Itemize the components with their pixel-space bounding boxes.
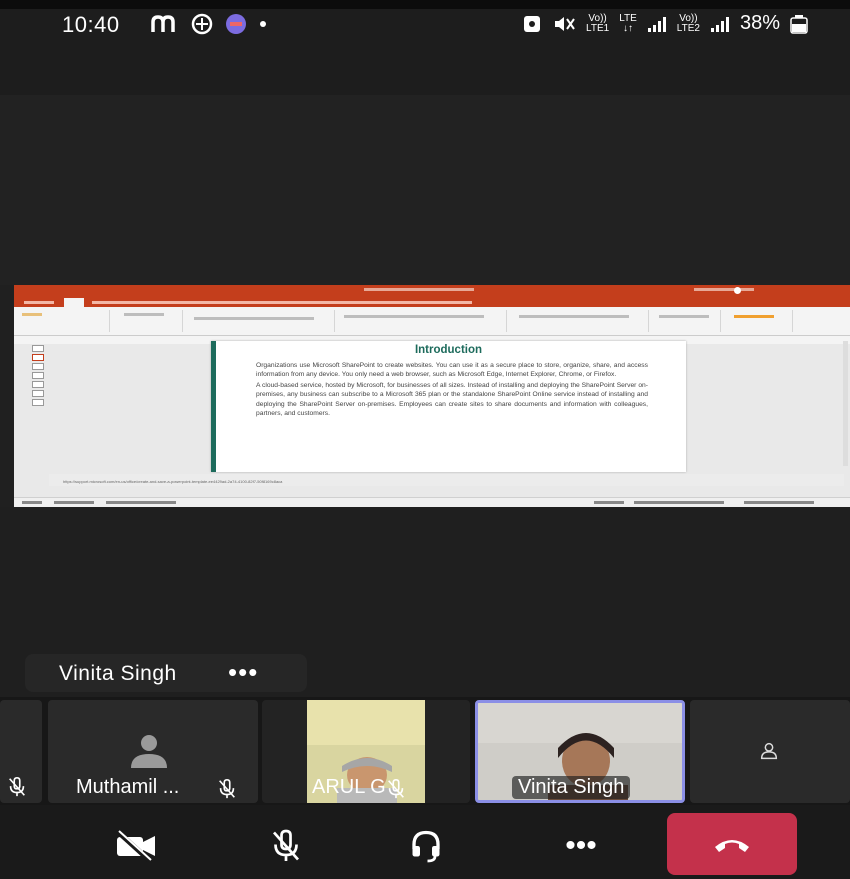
signal-1-icon <box>647 16 666 32</box>
ribbon-paste <box>22 313 42 316</box>
data-saver-icon <box>191 13 213 35</box>
status-block <box>106 501 176 504</box>
slide-thumb[interactable] <box>32 345 44 352</box>
slide-thumb-selected[interactable] <box>32 354 44 361</box>
mute-vibrate-icon <box>555 16 575 31</box>
ribbon-font <box>184 310 335 332</box>
notification-dot-icon <box>260 21 266 27</box>
stage-upper <box>0 95 850 285</box>
mic-off-icon <box>388 779 404 799</box>
battery-percent: 38% <box>739 12 780 34</box>
slide-thumb[interactable] <box>32 381 44 388</box>
notes-text: https://support.microsoft.com/en-us/offi… <box>63 479 283 484</box>
ppt-status-bar <box>14 497 850 507</box>
ppt-title-bar <box>14 285 850 297</box>
participant-name: ARUL G <box>312 776 386 798</box>
status-block <box>594 501 624 504</box>
mic-off-icon <box>272 829 300 861</box>
zoom-slider[interactable] <box>744 501 814 504</box>
ribbon-addins <box>722 310 793 332</box>
status-time: 10:40 <box>62 12 120 37</box>
lte-indicator: LTE ↓↑ <box>619 13 637 34</box>
active-speaker-name: Vinita Singh <box>59 662 177 685</box>
active-speaker-chip[interactable]: Vinita Singh ••• <box>25 654 307 692</box>
slide-thumb[interactable] <box>32 372 44 379</box>
slide-thumb[interactable] <box>32 390 44 397</box>
battery-icon <box>790 14 808 34</box>
headset-icon <box>412 830 440 863</box>
ribbon-line <box>519 315 629 318</box>
mic-off-icon <box>219 779 235 799</box>
slide-thumb[interactable] <box>32 399 44 406</box>
slide-paragraph-1: Organizations use Microsoft SharePoint t… <box>256 362 648 379</box>
slide-paragraph-2: A cloud-based service, hosted by Microso… <box>256 381 648 418</box>
participant-tile[interactable]: ARUL G <box>262 700 470 803</box>
ribbon-paragraph <box>336 310 507 332</box>
more-options-button[interactable]: ••• <box>228 657 258 688</box>
participant-tile[interactable]: Muthamil ... <box>48 700 258 803</box>
stage-top <box>0 50 850 95</box>
ribbon-line <box>659 315 709 318</box>
ribbon-line <box>124 313 164 316</box>
notes-pane[interactable]: https://support.microsoft.com/en-us/offi… <box>49 474 844 486</box>
slide-title: Introduction <box>414 344 483 356</box>
participant-tile-overflow[interactable] <box>690 700 850 803</box>
status-right-icons: Vo)) LTE1 LTE ↓↑ Vo)) LTE2 38% <box>522 12 808 35</box>
ribbon-line <box>194 317 314 320</box>
slide-scrollbar[interactable] <box>843 341 848 466</box>
participant-name: Muthamil ... <box>76 776 180 798</box>
status-left-icons <box>150 12 268 36</box>
end-call-button[interactable] <box>667 813 797 875</box>
participant-tile-speaking[interactable]: Vinita Singh <box>475 700 685 803</box>
signal-2-icon <box>710 16 729 32</box>
status-block <box>634 501 724 504</box>
volte-2-bottom: LTE2 <box>676 22 700 34</box>
shared-screen[interactable]: Introduction Organizations use Microsoft… <box>14 285 850 507</box>
slide-accent-bar <box>211 341 216 472</box>
camera-off-icon <box>116 830 155 862</box>
volte-1-bottom: LTE1 <box>586 22 610 34</box>
avatar-placeholder-icon <box>131 735 167 768</box>
hang-up-icon <box>715 840 749 852</box>
more-actions-button[interactable]: ••• <box>545 816 617 876</box>
nfc-icon <box>524 15 541 32</box>
ppt-tabs <box>14 297 850 307</box>
slide-body: Organizations use Microsoft SharePoint t… <box>256 361 648 419</box>
slide-canvas[interactable]: Introduction Organizations use Microsoft… <box>211 341 686 472</box>
volte-2: Vo)) LTE2 <box>676 13 700 34</box>
lte-bottom: ↓↑ <box>622 22 633 34</box>
audio-device-button[interactable] <box>390 816 462 876</box>
app-m-icon <box>151 15 175 32</box>
app-badge-icon <box>226 14 246 34</box>
participant-tile-partial[interactable] <box>0 700 42 803</box>
mic-off-icon <box>9 777 25 797</box>
status-block <box>54 501 94 504</box>
slide-thumbnails[interactable] <box>18 345 46 465</box>
participant-name: Vinita Singh <box>512 776 631 799</box>
status-bar: 10:40 Vo)) LTE1 LTE ↓↑ Vo)) LTE2 38% <box>0 0 850 50</box>
person-icon <box>760 742 778 760</box>
mic-toggle-button[interactable] <box>250 816 322 876</box>
ppt-ribbon <box>14 307 850 336</box>
volte-1: Vo)) LTE1 <box>586 13 610 34</box>
status-top-strip <box>0 0 850 9</box>
ribbon-addin-icon <box>734 315 774 318</box>
camera-toggle-button[interactable] <box>100 816 172 876</box>
ribbon-drawing <box>508 310 649 332</box>
ribbon-editing <box>650 310 721 332</box>
slide-thumb[interactable] <box>32 363 44 370</box>
status-block <box>22 501 42 504</box>
ribbon-line <box>344 315 484 318</box>
